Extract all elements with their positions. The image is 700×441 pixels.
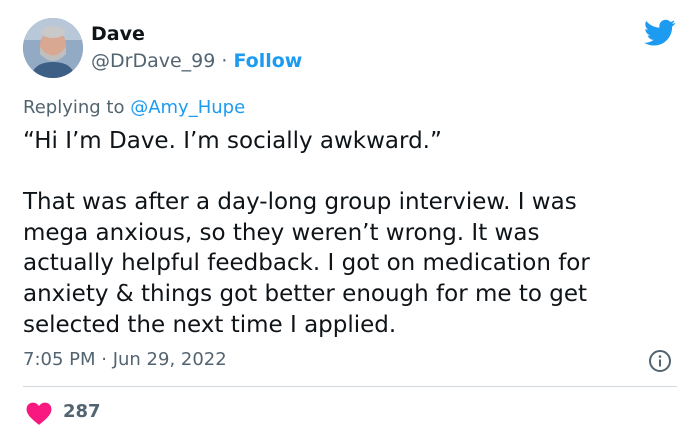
author-handle-row: @DrDave_99 · Follow — [91, 49, 302, 73]
info-icon[interactable] — [648, 349, 672, 373]
avatar-photo — [23, 18, 83, 78]
tweet-card: Dave @DrDave_99 · Follow Replying to @Am… — [0, 0, 700, 441]
heart-icon[interactable] — [26, 402, 52, 425]
tweet-timestamp[interactable]: 7:05 PM · Jun 29, 2022 — [23, 348, 227, 372]
tweet-text: “Hi I’m Dave. I’m socially awkward.” Tha… — [23, 128, 590, 338]
replying-prefix: Replying to — [23, 97, 131, 118]
follow-button[interactable]: Follow — [233, 50, 302, 72]
avatar[interactable] — [23, 18, 83, 78]
reply-mention-link[interactable]: @Amy_Hupe — [130, 97, 245, 118]
twitter-bird-icon[interactable] — [644, 19, 676, 47]
author-handle[interactable]: @DrDave_99 — [91, 50, 215, 72]
handle-separator: · — [215, 50, 234, 72]
replying-to: Replying to @Amy_Hupe — [23, 96, 245, 120]
divider — [23, 386, 677, 387]
like-count[interactable]: 287 — [63, 400, 101, 424]
author-display-name[interactable]: Dave — [91, 22, 145, 46]
